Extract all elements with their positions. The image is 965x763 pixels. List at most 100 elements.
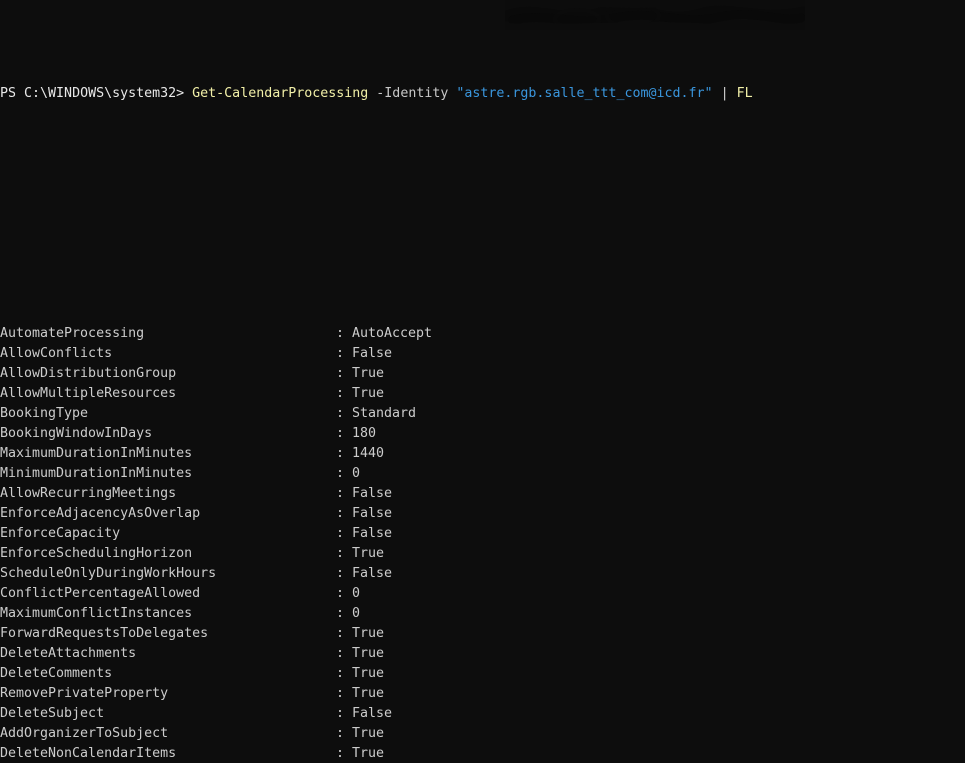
property-row: AllowMultipleResources: True — [0, 384, 753, 404]
property-separator: : — [336, 626, 345, 641]
property-separator: : — [336, 546, 345, 561]
property-row: BookingWindowInDays:180 — [0, 424, 753, 444]
property-row: DeleteComments: True — [0, 664, 753, 684]
property-list: AutomateProcessing: AutoAccept AllowConfli… — [0, 324, 753, 763]
command-prompt-line[interactable]: PS C:\WINDOWS\system32> Get-CalendarProc… — [0, 84, 753, 104]
property-name: DeleteNonCalendarItems — [0, 746, 177, 761]
property-row: ScheduleOnlyDuringWorkHours: False — [0, 564, 753, 584]
property-row: AllowDistributionGroup: True — [0, 364, 753, 384]
property-name: ScheduleOnlyDuringWorkHours — [0, 566, 217, 581]
property-row: DeleteNonCalendarItems: True — [0, 744, 753, 763]
property-value: 0 — [352, 606, 361, 621]
property-value: False — [352, 486, 393, 501]
pipe-operator: | — [720, 86, 729, 101]
property-separator: : — [336, 486, 345, 501]
property-row: AllowConflicts: False — [0, 344, 753, 364]
property-value: 180 — [352, 426, 377, 441]
property-separator: : — [336, 746, 345, 761]
property-value: True — [352, 366, 385, 381]
property-value: True — [352, 546, 385, 561]
prompt-caret: > — [176, 86, 193, 101]
property-row: EnforceAdjacencyAsOverlap: False — [0, 504, 753, 524]
property-name: MinimumDurationInMinutes — [0, 466, 193, 481]
terminal-screen[interactable]: PS C:\WINDOWS\system32> Get-CalendarProc… — [0, 0, 753, 763]
property-name: MaximumConflictInstances — [0, 606, 193, 621]
property-name: EnforceCapacity — [0, 526, 121, 541]
property-name: AllowMultipleResources — [0, 386, 177, 401]
prompt-ps-label: PS — [0, 86, 25, 101]
property-separator: : — [336, 686, 345, 701]
property-value: 1440 — [352, 446, 385, 461]
property-row: ConflictPercentageAllowed:0 — [0, 584, 753, 604]
property-row: MaximumDurationInMinutes:1440 — [0, 444, 753, 464]
property-row: EnforceCapacity: False — [0, 524, 753, 544]
property-separator: : — [336, 566, 345, 581]
property-row: AllowRecurringMeetings: False — [0, 484, 753, 504]
property-name: DeleteComments — [0, 666, 113, 681]
property-name: AddOrganizerToSubject — [0, 726, 169, 741]
property-separator: : — [336, 706, 345, 721]
property-value: True — [352, 626, 385, 641]
format-list-cmdlet: FL — [736, 86, 753, 101]
property-name: ForwardRequestsToDelegates — [0, 626, 209, 641]
property-value: 0 — [352, 586, 361, 601]
property-separator: : — [336, 406, 345, 421]
property-separator: : — [336, 386, 345, 401]
property-row: ForwardRequestsToDelegates: True — [0, 624, 753, 644]
property-row: AddOrganizerToSubject: True — [0, 724, 753, 744]
property-name: ConflictPercentageAllowed — [0, 586, 201, 601]
property-separator: : — [336, 346, 345, 361]
property-value: True — [352, 726, 385, 741]
property-value: False — [352, 526, 393, 541]
property-value: False — [352, 566, 393, 581]
property-name: AllowConflicts — [0, 346, 113, 361]
property-name: MaximumDurationInMinutes — [0, 446, 193, 461]
property-value: True — [352, 686, 385, 701]
property-row: AutomateProcessing: AutoAccept — [0, 324, 753, 344]
space-4 — [729, 86, 737, 101]
property-separator: : — [336, 506, 345, 521]
space-3 — [713, 86, 721, 101]
cmdlet-name: Get-CalendarProcessing — [192, 86, 369, 101]
property-value: Standard — [352, 406, 417, 421]
property-value: True — [352, 666, 385, 681]
property-separator: : — [336, 426, 345, 441]
property-value: True — [352, 746, 385, 761]
prompt-path: C:\WINDOWS\system32 — [24, 86, 177, 101]
property-name: BookingType — [0, 406, 89, 421]
property-row: EnforceSchedulingHorizon: True — [0, 544, 753, 564]
identity-value-string: "astre.rgb.salle_ttt_com@icd.fr" — [456, 86, 713, 101]
property-row: DeleteSubject: False — [0, 704, 753, 724]
property-row: BookingType: Standard — [0, 404, 753, 424]
property-separator: : — [336, 726, 345, 741]
property-value: True — [352, 386, 385, 401]
property-name: EnforceSchedulingHorizon — [0, 546, 193, 561]
property-separator: : — [336, 666, 345, 681]
property-separator: : — [336, 326, 345, 341]
property-separator: : — [336, 646, 345, 661]
property-value: False — [352, 506, 393, 521]
property-value: 0 — [352, 466, 361, 481]
property-name: DeleteAttachments — [0, 646, 137, 661]
property-separator: : — [336, 586, 345, 601]
property-separator: : — [336, 446, 345, 461]
property-value: AutoAccept — [352, 326, 433, 341]
property-row: DeleteAttachments: True — [0, 644, 753, 664]
property-name: AllowRecurringMeetings — [0, 486, 177, 501]
property-separator: : — [336, 466, 345, 481]
property-separator: : — [336, 606, 345, 621]
property-separator: : — [336, 366, 345, 381]
property-name: EnforceAdjacencyAsOverlap — [0, 506, 201, 521]
identity-parameter-flag: -Identity — [376, 86, 449, 101]
property-name: AllowDistributionGroup — [0, 366, 177, 381]
property-name: BookingWindowInDays — [0, 426, 153, 441]
property-name: AutomateProcessing — [0, 326, 145, 341]
property-value: False — [352, 346, 393, 361]
property-name: DeleteSubject — [0, 706, 105, 721]
property-row: MinimumDurationInMinutes:0 — [0, 464, 753, 484]
property-name: RemovePrivateProperty — [0, 686, 169, 701]
property-value: True — [352, 646, 385, 661]
powershell-terminal[interactable]: PS C:\WINDOWS\system32> Get-CalendarProc… — [0, 0, 965, 763]
